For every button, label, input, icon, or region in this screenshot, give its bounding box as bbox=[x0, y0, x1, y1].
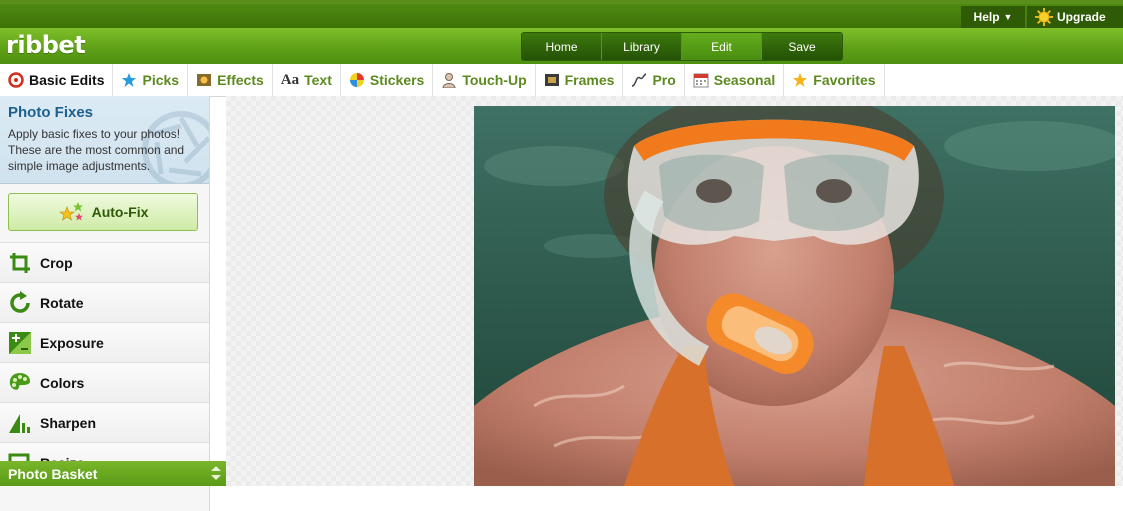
tab-picks[interactable]: Picks bbox=[113, 64, 189, 96]
nav-tab-edit[interactable]: Edit bbox=[682, 33, 762, 60]
nav-tab-save[interactable]: Save bbox=[762, 33, 842, 60]
tool-label: Rotate bbox=[40, 294, 84, 311]
help-button[interactable]: Help ▼ bbox=[961, 6, 1026, 28]
tool-sharpen[interactable]: Sharpen bbox=[0, 402, 209, 442]
beach-ball-icon bbox=[349, 73, 364, 87]
tab-seasonal[interactable]: Seasonal bbox=[685, 64, 785, 96]
tool-label: Sharpen bbox=[40, 414, 97, 431]
app-header: ribbet Home Library Edit Save bbox=[0, 28, 1123, 64]
auto-fix-button[interactable]: Auto-Fix bbox=[8, 193, 198, 231]
panel-description: Apply basic fixes to your photos! These … bbox=[8, 127, 185, 173]
main-nav: Home Library Edit Save bbox=[521, 32, 843, 61]
tab-label: Effects bbox=[217, 72, 264, 88]
upgrade-label: Upgrade bbox=[1057, 10, 1106, 24]
tab-label: Text bbox=[304, 72, 332, 88]
person-icon bbox=[442, 73, 456, 88]
tool-colors[interactable]: Colors bbox=[0, 362, 209, 402]
tab-label: Favorites bbox=[813, 72, 876, 88]
upgrade-button[interactable]: Upgrade bbox=[1027, 6, 1123, 28]
nav-tab-home[interactable]: Home bbox=[522, 33, 602, 60]
caret-down-icon: ▼ bbox=[1003, 12, 1013, 22]
effects-icon bbox=[197, 74, 212, 86]
tool-label: Exposure bbox=[40, 334, 104, 351]
tool-list: Crop Rotate Exposure Colors Sharpen bbox=[0, 242, 209, 482]
panel-title: Photo Fixes bbox=[8, 104, 94, 121]
nav-tab-library[interactable]: Library bbox=[602, 33, 682, 60]
tab-favorites[interactable]: Favorites bbox=[784, 64, 885, 96]
sun-icon bbox=[1035, 8, 1053, 26]
stars-icon bbox=[58, 202, 83, 221]
exposure-icon bbox=[9, 331, 31, 354]
tool-exposure[interactable]: Exposure bbox=[0, 322, 209, 362]
text-icon: Aa bbox=[280, 71, 300, 88]
edited-photo[interactable] bbox=[474, 106, 1115, 486]
ribbet-logo[interactable]: ribbet bbox=[6, 31, 86, 59]
photo-basket-label: Photo Basket bbox=[8, 465, 98, 482]
tool-crop[interactable]: Crop bbox=[0, 242, 209, 282]
auto-fix-label: Auto-Fix bbox=[91, 204, 149, 220]
frame-icon bbox=[544, 74, 559, 86]
tab-text[interactable]: Aa Text bbox=[273, 64, 341, 96]
calendar-icon bbox=[693, 73, 709, 88]
photo-fixes-info: Photo Fixes Apply basic fixes to your ph… bbox=[0, 96, 209, 184]
tab-frames[interactable]: Frames bbox=[536, 64, 624, 96]
star-icon bbox=[122, 73, 137, 87]
tab-label: Pro bbox=[652, 72, 676, 88]
photo-basket-bar[interactable]: Photo Basket bbox=[0, 461, 230, 486]
top-bar: Help ▼ Upgrade bbox=[0, 0, 1123, 28]
tab-touch-up[interactable]: Touch-Up bbox=[433, 64, 536, 96]
tab-pro[interactable]: Pro bbox=[623, 64, 685, 96]
curve-icon bbox=[632, 73, 647, 87]
tool-tabs: Basic Edits Picks Effects Aa Text Sticke… bbox=[0, 64, 1123, 97]
expand-arrows-icon[interactable] bbox=[210, 465, 222, 481]
tab-label: Picks bbox=[142, 72, 180, 88]
basic-edits-icon bbox=[8, 72, 24, 88]
tab-label: Basic Edits bbox=[29, 72, 105, 88]
tab-label: Stickers bbox=[369, 72, 425, 88]
tab-effects[interactable]: Effects bbox=[188, 64, 273, 96]
tab-basic-edits[interactable]: Basic Edits bbox=[0, 64, 114, 96]
tab-stickers[interactable]: Stickers bbox=[341, 64, 434, 96]
palette-icon bbox=[9, 372, 30, 390]
tool-label: Crop bbox=[40, 254, 73, 271]
rotate-icon bbox=[10, 290, 30, 313]
sharpen-icon bbox=[9, 413, 30, 433]
tab-label: Touch-Up bbox=[462, 72, 527, 88]
tab-label: Seasonal bbox=[713, 72, 776, 88]
tool-rotate[interactable]: Rotate bbox=[0, 282, 209, 322]
crop-icon bbox=[10, 252, 30, 273]
tool-label: Colors bbox=[40, 374, 85, 391]
help-label: Help bbox=[973, 10, 1000, 24]
tab-label: Frames bbox=[564, 72, 615, 88]
left-panel: Photo Fixes Apply basic fixes to your ph… bbox=[0, 96, 210, 511]
star-icon bbox=[793, 73, 808, 87]
